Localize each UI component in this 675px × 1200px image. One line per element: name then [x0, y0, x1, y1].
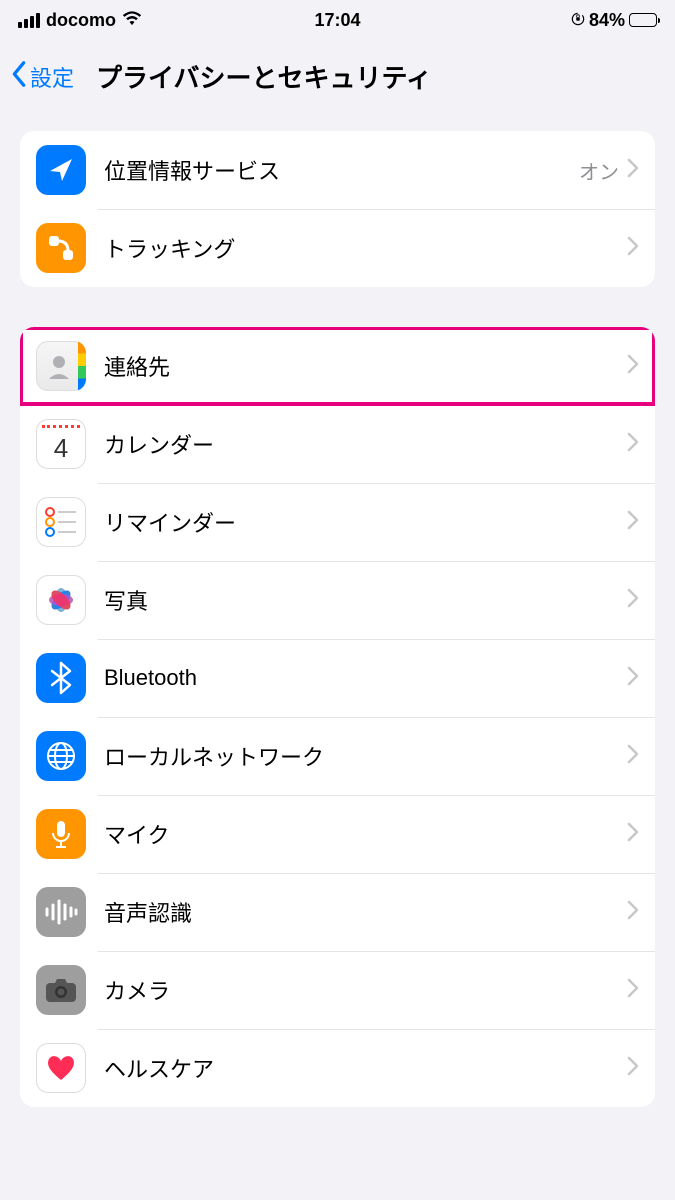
status-left: docomo: [18, 10, 142, 31]
row-label: Bluetooth: [104, 665, 627, 691]
row-speech-recognition[interactable]: 音声認識: [20, 873, 655, 951]
row-label: 位置情報サービス: [104, 154, 579, 186]
chevron-right-icon: [627, 822, 639, 847]
signal-icon: [18, 13, 40, 28]
row-health[interactable]: ヘルスケア: [20, 1029, 655, 1107]
tracking-icon: [36, 223, 86, 273]
contacts-icon: [36, 341, 86, 391]
row-label: ローカルネットワーク: [104, 740, 627, 772]
row-label: 写真: [104, 584, 627, 616]
battery-icon: [629, 13, 657, 27]
waveform-icon: [36, 887, 86, 937]
clock: 17:04: [314, 10, 360, 31]
row-label: ヘルスケア: [104, 1052, 627, 1084]
back-chevron-icon: [10, 60, 28, 94]
battery-pct: 84%: [589, 10, 625, 31]
row-photos[interactable]: 写真: [20, 561, 655, 639]
row-label: トラッキング: [104, 232, 627, 264]
photos-icon: [36, 575, 86, 625]
carrier-label: docomo: [46, 10, 116, 31]
chevron-right-icon: [627, 158, 639, 183]
row-label: 音声認識: [104, 896, 627, 928]
chevron-right-icon: [627, 978, 639, 1003]
row-tracking[interactable]: トラッキング: [20, 209, 655, 287]
row-label: 連絡先: [104, 350, 627, 382]
bluetooth-icon: [36, 653, 86, 703]
chevron-right-icon: [627, 432, 639, 457]
row-label: カレンダー: [104, 428, 627, 460]
row-contacts[interactable]: 連絡先: [20, 327, 655, 405]
svg-text:4: 4: [54, 433, 68, 463]
reminders-icon: [36, 497, 86, 547]
back-label: 設定: [30, 61, 74, 93]
row-label: カメラ: [104, 974, 627, 1006]
orientation-lock-icon: [571, 10, 585, 31]
row-bluetooth[interactable]: Bluetooth: [20, 639, 655, 717]
section-location-tracking: 位置情報サービス オン トラッキング: [20, 131, 655, 287]
wifi-icon: [122, 10, 142, 31]
row-calendar[interactable]: 4 カレンダー: [20, 405, 655, 483]
row-local-network[interactable]: ローカルネットワーク: [20, 717, 655, 795]
heart-icon: [36, 1043, 86, 1093]
back-button[interactable]: 設定: [10, 60, 74, 94]
row-label: マイク: [104, 818, 627, 850]
row-microphone[interactable]: マイク: [20, 795, 655, 873]
status-bar: docomo 17:04 84%: [0, 0, 675, 40]
row-reminders[interactable]: リマインダー: [20, 483, 655, 561]
globe-icon: [36, 731, 86, 781]
chevron-right-icon: [627, 510, 639, 535]
chevron-right-icon: [627, 744, 639, 769]
camera-icon: [36, 965, 86, 1015]
row-value: オン: [579, 156, 619, 185]
chevron-right-icon: [627, 900, 639, 925]
row-camera[interactable]: カメラ: [20, 951, 655, 1029]
row-location-services[interactable]: 位置情報サービス オン: [20, 131, 655, 209]
chevron-right-icon: [627, 1056, 639, 1081]
chevron-right-icon: [627, 354, 639, 379]
chevron-right-icon: [627, 666, 639, 691]
calendar-icon: 4: [36, 419, 86, 469]
microphone-icon: [36, 809, 86, 859]
page-title: プライバシーとセキュリティ: [96, 58, 432, 95]
status-right: 84%: [571, 10, 657, 31]
row-label: リマインダー: [104, 506, 627, 538]
section-privacy-apps: 連絡先 4 カレンダー リマインダー: [20, 327, 655, 1107]
location-arrow-icon: [36, 145, 86, 195]
nav-bar: 設定 プライバシーとセキュリティ: [0, 40, 675, 111]
chevron-right-icon: [627, 236, 639, 261]
chevron-right-icon: [627, 588, 639, 613]
